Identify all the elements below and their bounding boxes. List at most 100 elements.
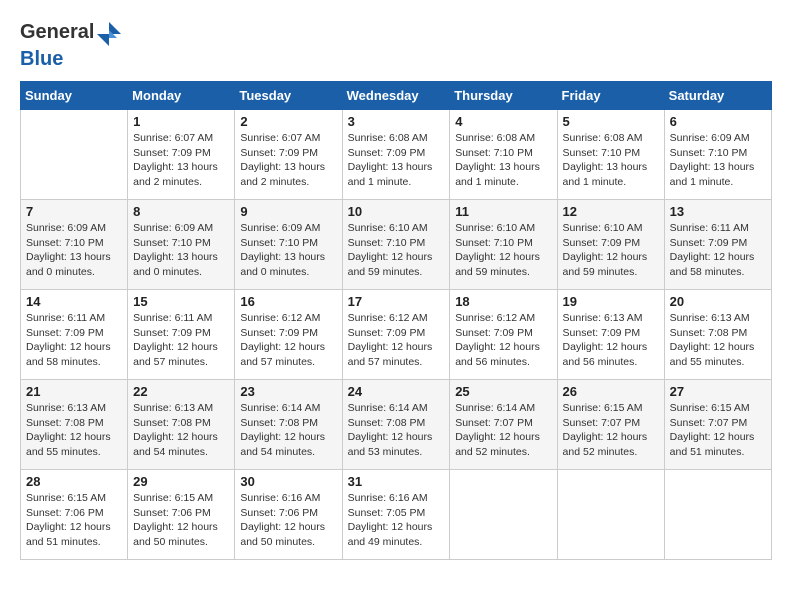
week-row-3: 14Sunrise: 6:11 AMSunset: 7:09 PMDayligh…: [21, 290, 772, 380]
column-header-tuesday: Tuesday: [235, 82, 342, 110]
day-cell: 1 Sunrise: 6:07 AMSunset: 7:09 PMDaylight…: [128, 110, 235, 200]
day-cell: 28 Sunrise: 6:15 AMSunset: 7:06 PMDayligh…: [21, 470, 128, 560]
week-row-1: 1 Sunrise: 6:07 AMSunset: 7:09 PMDaylight…: [21, 110, 772, 200]
day-number: 13: [670, 204, 766, 219]
day-number: 18: [455, 294, 551, 309]
column-header-monday: Monday: [128, 82, 235, 110]
day-number: 22: [133, 384, 229, 399]
day-cell: 21Sunrise: 6:13 AMSunset: 7:08 PMDayligh…: [21, 380, 128, 470]
page-header: General Blue: [20, 20, 772, 71]
day-cell: 23Sunrise: 6:14 AMSunset: 7:08 PMDayligh…: [235, 380, 342, 470]
day-info: Sunrise: 6:10 AMSunset: 7:09 PMDaylight:…: [563, 221, 659, 280]
day-number: 30: [240, 474, 336, 489]
day-cell: 31 Sunrise: 6:16 AMSunset: 7:05 PMDayligh…: [342, 470, 450, 560]
day-number: 15: [133, 294, 229, 309]
day-cell: 24 Sunrise: 6:14 AMSunset: 7:08 PMDayligh…: [342, 380, 450, 470]
day-cell: 9 Sunrise: 6:09 AMSunset: 7:10 PMDaylight…: [235, 200, 342, 290]
day-number: 3: [348, 114, 445, 129]
day-info: Sunrise: 6:12 AMSunset: 7:09 PMDaylight:…: [455, 311, 551, 370]
week-row-5: 28 Sunrise: 6:15 AMSunset: 7:06 PMDayligh…: [21, 470, 772, 560]
day-cell: 4Sunrise: 6:08 AMSunset: 7:10 PMDaylight…: [450, 110, 557, 200]
day-number: 10: [348, 204, 445, 219]
day-number: 4: [455, 114, 551, 129]
day-cell: 8 Sunrise: 6:09 AMSunset: 7:10 PMDaylight…: [128, 200, 235, 290]
day-cell: [664, 470, 771, 560]
day-number: 16: [240, 294, 336, 309]
logo-icon: [95, 20, 123, 48]
day-info: Sunrise: 6:09 AMSunset: 7:10 PMDaylight:…: [670, 131, 766, 190]
day-cell: 30 Sunrise: 6:16 AMSunset: 7:06 PMDayligh…: [235, 470, 342, 560]
day-cell: 17Sunrise: 6:12 AMSunset: 7:09 PMDayligh…: [342, 290, 450, 380]
day-number: 26: [563, 384, 659, 399]
day-info: Sunrise: 6:12 AMSunset: 7:09 PMDaylight:…: [240, 311, 336, 370]
day-info: Sunrise: 6:08 AMSunset: 7:09 PMDaylight:…: [348, 131, 445, 190]
day-number: 29: [133, 474, 229, 489]
day-info: Sunrise: 6:10 AMSunset: 7:10 PMDaylight:…: [455, 221, 551, 280]
day-info: Sunrise: 6:16 AMSunset: 7:06 PMDaylight:…: [240, 491, 336, 550]
week-row-4: 21 Sunrise: 6:13 AMSunset: 7:08 PMDayligh…: [21, 380, 772, 470]
day-info: Sunrise: 6:15 AMSunset: 7:06 PMDaylight:…: [133, 491, 229, 550]
day-number: 19: [563, 294, 659, 309]
day-number: 11: [455, 204, 551, 219]
day-info: Sunrise: 6:13 AMSunset: 7:08 PMDaylight:…: [133, 401, 229, 460]
day-cell: 20Sunrise: 6:13 AMSunset: 7:08 PMDayligh…: [664, 290, 771, 380]
day-number: 28: [26, 474, 122, 489]
day-number: 24: [348, 384, 445, 399]
logo-text: General Blue: [20, 20, 124, 71]
day-cell: 11 Sunrise: 6:10 AMSunset: 7:10 PMDayligh…: [450, 200, 557, 290]
day-cell: 16 Sunrise: 6:12 AMSunset: 7:09 PMDayligh…: [235, 290, 342, 380]
day-info: Sunrise: 6:11 AMSunset: 7:09 PMDaylight:…: [133, 311, 229, 370]
day-info: Sunrise: 6:11 AMSunset: 7:09 PMDaylight:…: [670, 221, 766, 280]
day-cell: 10 Sunrise: 6:10 AMSunset: 7:10 PMDayligh…: [342, 200, 450, 290]
day-cell: [450, 470, 557, 560]
logo-general: General: [20, 21, 94, 43]
day-cell: 18 Sunrise: 6:12 AMSunset: 7:09 PMDayligh…: [450, 290, 557, 380]
day-number: 12: [563, 204, 659, 219]
day-cell: 29 Sunrise: 6:15 AMSunset: 7:06 PMDayligh…: [128, 470, 235, 560]
day-cell: 3 Sunrise: 6:08 AMSunset: 7:09 PMDaylight…: [342, 110, 450, 200]
day-cell: 12 Sunrise: 6:10 AMSunset: 7:09 PMDayligh…: [557, 200, 664, 290]
day-cell: 14Sunrise: 6:11 AMSunset: 7:09 PMDayligh…: [21, 290, 128, 380]
day-number: 8: [133, 204, 229, 219]
day-number: 9: [240, 204, 336, 219]
column-header-thursday: Thursday: [450, 82, 557, 110]
day-info: Sunrise: 6:09 AMSunset: 7:10 PMDaylight:…: [133, 221, 229, 280]
day-number: 25: [455, 384, 551, 399]
day-info: Sunrise: 6:09 AMSunset: 7:10 PMDaylight:…: [240, 221, 336, 280]
column-header-saturday: Saturday: [664, 82, 771, 110]
day-number: 2: [240, 114, 336, 129]
day-info: Sunrise: 6:14 AMSunset: 7:08 PMDaylight:…: [348, 401, 445, 460]
day-number: 31: [348, 474, 445, 489]
day-info: Sunrise: 6:14 AMSunset: 7:08 PMDaylight:…: [240, 401, 336, 460]
day-number: 1: [133, 114, 229, 129]
day-cell: 25 Sunrise: 6:14 AMSunset: 7:07 PMDayligh…: [450, 380, 557, 470]
day-info: Sunrise: 6:10 AMSunset: 7:10 PMDaylight:…: [348, 221, 445, 280]
logo: General Blue: [20, 20, 124, 71]
logo-blue: Blue: [20, 48, 63, 70]
day-cell: 2Sunrise: 6:07 AMSunset: 7:09 PMDaylight…: [235, 110, 342, 200]
day-cell: 7 Sunrise: 6:09 AMSunset: 7:10 PMDaylight…: [21, 200, 128, 290]
day-number: 27: [670, 384, 766, 399]
day-cell: 22 Sunrise: 6:13 AMSunset: 7:08 PMDayligh…: [128, 380, 235, 470]
day-info: Sunrise: 6:16 AMSunset: 7:05 PMDaylight:…: [348, 491, 445, 550]
day-info: Sunrise: 6:09 AMSunset: 7:10 PMDaylight:…: [26, 221, 122, 280]
day-cell: [21, 110, 128, 200]
day-info: Sunrise: 6:15 AMSunset: 7:07 PMDaylight:…: [563, 401, 659, 460]
day-cell: 27Sunrise: 6:15 AMSunset: 7:07 PMDayligh…: [664, 380, 771, 470]
calendar-header: SundayMondayTuesdayWednesdayThursdayFrid…: [21, 82, 772, 110]
day-info: Sunrise: 6:07 AMSunset: 7:09 PMDaylight:…: [133, 131, 229, 190]
day-number: 6: [670, 114, 766, 129]
day-info: Sunrise: 6:11 AMSunset: 7:09 PMDaylight:…: [26, 311, 122, 370]
day-info: Sunrise: 6:15 AMSunset: 7:06 PMDaylight:…: [26, 491, 122, 550]
column-header-wednesday: Wednesday: [342, 82, 450, 110]
day-number: 21: [26, 384, 122, 399]
day-cell: 13 Sunrise: 6:11 AMSunset: 7:09 PMDayligh…: [664, 200, 771, 290]
day-number: 17: [348, 294, 445, 309]
day-info: Sunrise: 6:14 AMSunset: 7:07 PMDaylight:…: [455, 401, 551, 460]
header-row: SundayMondayTuesdayWednesdayThursdayFrid…: [21, 82, 772, 110]
day-info: Sunrise: 6:13 AMSunset: 7:09 PMDaylight:…: [563, 311, 659, 370]
day-number: 5: [563, 114, 659, 129]
day-number: 7: [26, 204, 122, 219]
day-cell: 26 Sunrise: 6:15 AMSunset: 7:07 PMDayligh…: [557, 380, 664, 470]
day-cell: 6 Sunrise: 6:09 AMSunset: 7:10 PMDaylight…: [664, 110, 771, 200]
